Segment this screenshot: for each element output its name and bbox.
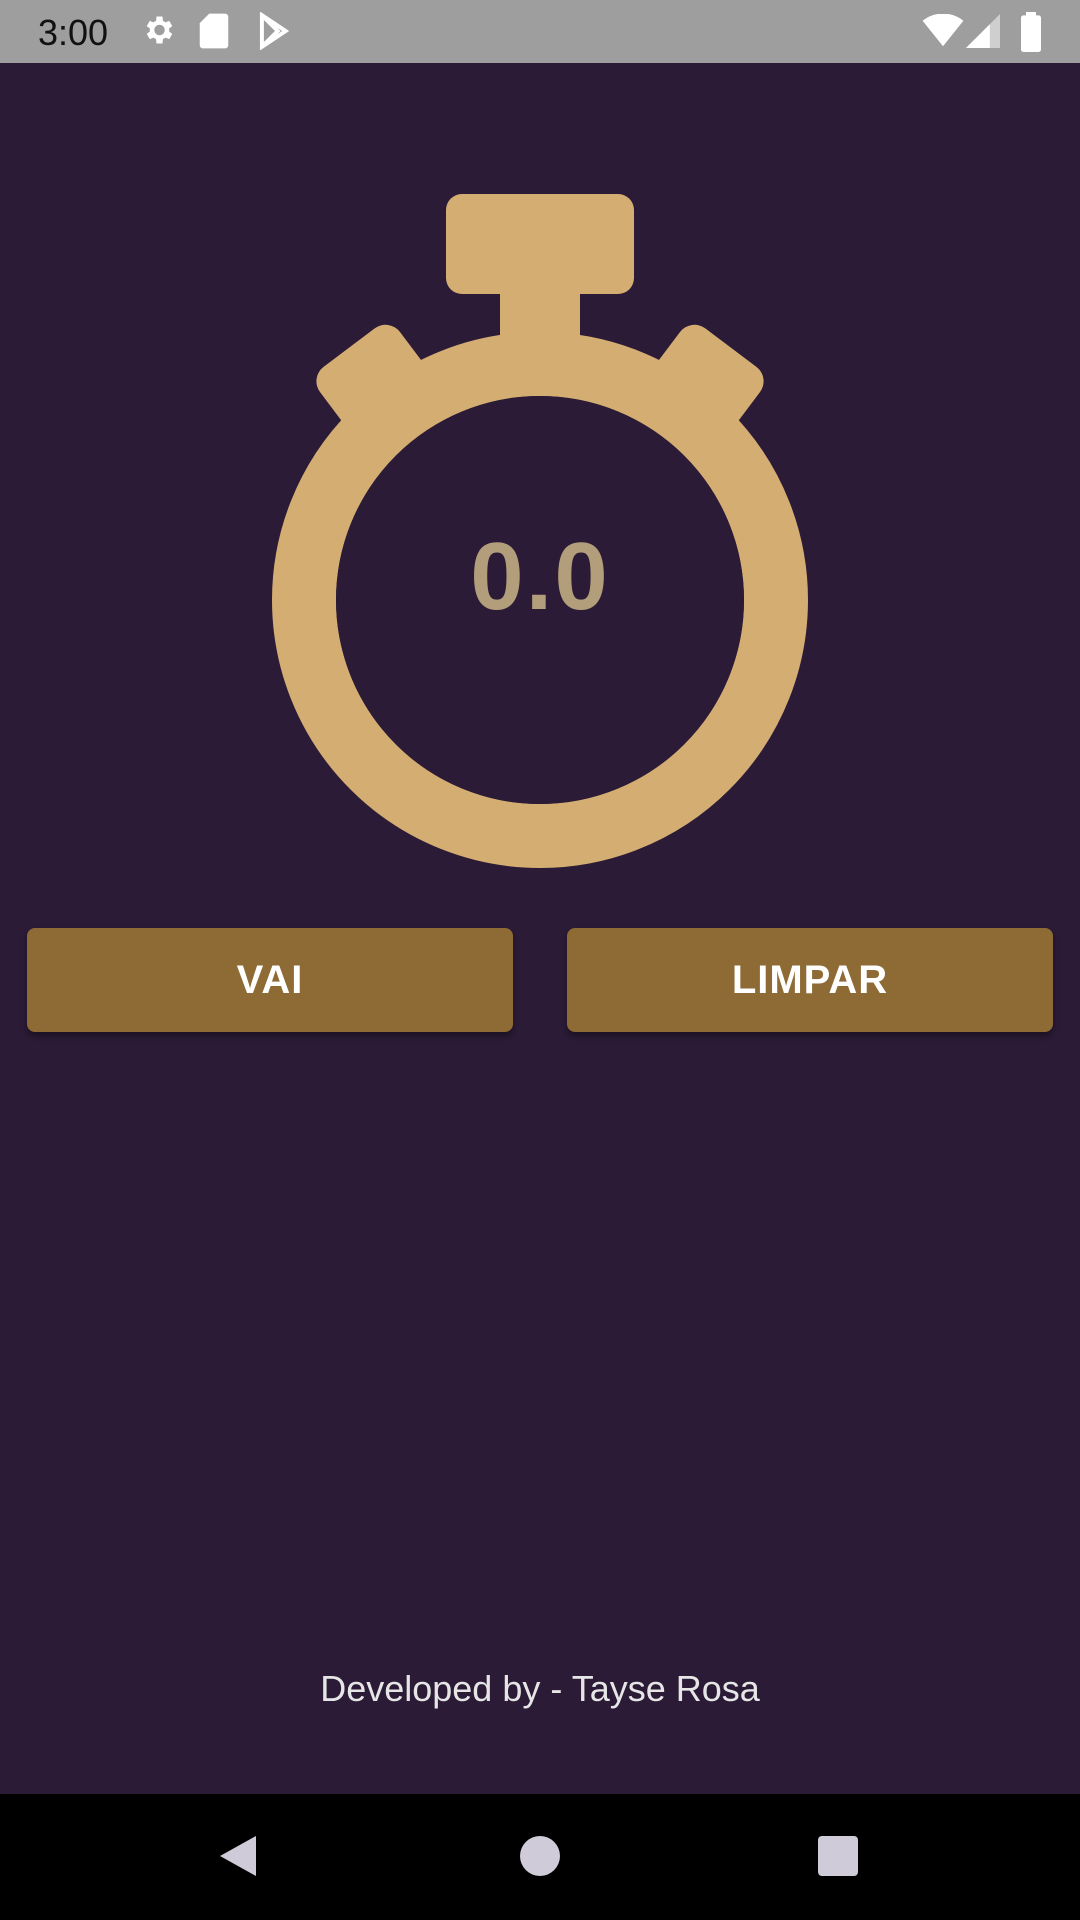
- app-screen: 3:00 0.0 VAI LIMPAR Developed by - Tayse…: [0, 0, 1080, 1920]
- play-store-icon: [256, 11, 290, 55]
- wifi-icon: [922, 13, 964, 53]
- clear-button[interactable]: LIMPAR: [567, 928, 1053, 1032]
- navigation-bar: [0, 1794, 1080, 1920]
- back-icon[interactable]: [216, 1832, 260, 1885]
- status-bar: 3:00: [0, 0, 1080, 63]
- developer-credit: Developed by - Tayse Rosa: [320, 1668, 760, 1709]
- signal-icon: [966, 14, 1000, 53]
- home-icon[interactable]: [518, 1834, 562, 1883]
- sd-card-icon: [198, 12, 230, 55]
- stopwatch-icon: 0.0: [270, 192, 810, 872]
- timer-display: 0.0: [470, 523, 610, 630]
- start-button[interactable]: VAI: [27, 928, 513, 1032]
- recents-icon[interactable]: [818, 1836, 858, 1881]
- battery-icon: [1020, 12, 1042, 57]
- status-time: 3:00: [38, 12, 109, 53]
- gear-icon: [140, 12, 176, 53]
